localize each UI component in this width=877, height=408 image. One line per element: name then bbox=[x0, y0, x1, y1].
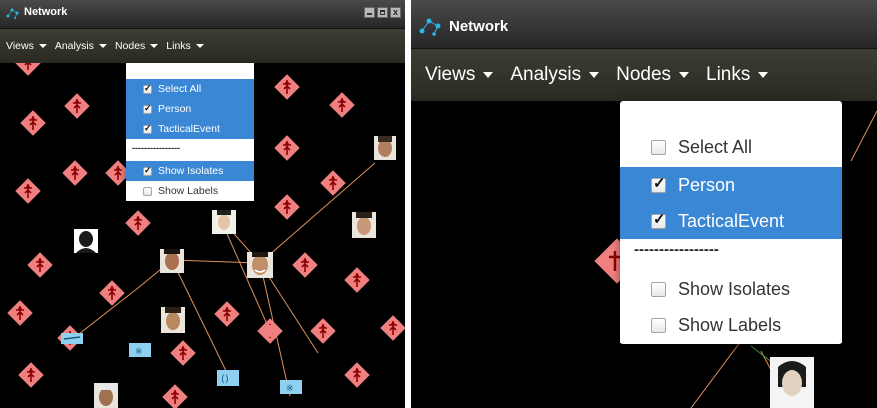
caret-down-icon bbox=[98, 44, 107, 48]
checkbox-icon[interactable] bbox=[651, 174, 666, 193]
maximize-icon[interactable] bbox=[377, 7, 388, 18]
network-window-right: Network Views Analysis Nodes Links Selec… bbox=[411, 0, 877, 408]
option-label: Show Isolates bbox=[158, 165, 224, 177]
option-label: Select All bbox=[678, 136, 753, 157]
option-label: Show Isolates bbox=[678, 278, 791, 299]
option-label: Person bbox=[158, 103, 192, 115]
menu-analysis[interactable]: Analysis bbox=[55, 40, 107, 52]
checkbox-icon[interactable] bbox=[143, 165, 152, 176]
caret-down-icon bbox=[150, 44, 159, 48]
option-label: TacticalEvent bbox=[158, 123, 220, 135]
option-label: TacticalEvent bbox=[678, 210, 785, 231]
svg-text:(): () bbox=[221, 374, 229, 385]
menu-label: Views bbox=[6, 40, 34, 52]
checkbox-icon[interactable] bbox=[651, 317, 666, 333]
network-icon bbox=[419, 16, 443, 41]
person-photo[interactable] bbox=[374, 136, 396, 160]
menu-analysis[interactable]: Analysis bbox=[510, 64, 600, 86]
menu-nodes[interactable]: Nodes bbox=[114, 40, 159, 52]
menu-links[interactable]: Links bbox=[166, 40, 204, 52]
person-photo[interactable] bbox=[94, 383, 118, 408]
network-icon bbox=[6, 6, 20, 24]
menu-divider: ---------------- bbox=[132, 143, 180, 153]
menu-label: Links bbox=[706, 64, 751, 85]
checkbox-icon[interactable] bbox=[651, 210, 666, 229]
menu-links[interactable]: Links bbox=[706, 64, 769, 86]
person-photo[interactable] bbox=[160, 249, 184, 273]
option-label: Person bbox=[678, 174, 736, 195]
option-select-all[interactable]: Select All bbox=[126, 79, 254, 99]
menu-views[interactable]: Views bbox=[6, 40, 47, 52]
nodes-dropdown-menu: Select All Person TacticalEvent --------… bbox=[620, 101, 842, 344]
window-title: Network bbox=[449, 18, 509, 35]
close-icon[interactable]: x bbox=[390, 7, 401, 18]
person-photo[interactable] bbox=[770, 357, 814, 408]
menu-label: Analysis bbox=[54, 40, 94, 52]
title-bar[interactable]: Network x bbox=[0, 0, 405, 29]
checkbox-icon[interactable] bbox=[651, 139, 666, 155]
menu-label: Links bbox=[166, 40, 191, 52]
menu-bar: Views Analysis Nodes Links bbox=[0, 29, 405, 63]
network-window-left: Network x Views Analysis Nodes Links ※ (… bbox=[0, 0, 405, 408]
checkbox-icon[interactable] bbox=[651, 281, 666, 297]
menu-label: Nodes bbox=[114, 40, 146, 52]
menu-label: Views bbox=[425, 64, 476, 85]
menu-divider: ----------------- bbox=[634, 241, 719, 258]
option-label: Show Labels bbox=[678, 314, 782, 335]
option-person[interactable]: Person bbox=[126, 99, 254, 119]
menu-label: Nodes bbox=[616, 64, 672, 85]
nodes-dropdown-menu: Select All Person TacticalEvent --------… bbox=[126, 63, 254, 201]
checkbox-icon[interactable] bbox=[143, 103, 152, 114]
option-label: Select All bbox=[158, 83, 202, 95]
option-label: Show Labels bbox=[158, 185, 219, 197]
menu-label: Analysis bbox=[510, 64, 582, 85]
svg-text:※: ※ bbox=[286, 384, 294, 394]
caret-down-icon bbox=[195, 44, 204, 48]
option-show-labels[interactable]: Show Labels bbox=[620, 307, 842, 343]
option-show-isolates[interactable]: Show Isolates bbox=[620, 271, 842, 307]
checkbox-icon[interactable] bbox=[143, 186, 152, 196]
person-photo[interactable] bbox=[74, 229, 98, 253]
person-photo[interactable] bbox=[161, 307, 185, 333]
option-person[interactable]: Person bbox=[620, 167, 842, 203]
option-tactical-event[interactable]: TacticalEvent bbox=[126, 119, 254, 139]
caret-down-icon bbox=[679, 72, 690, 78]
person-photo[interactable] bbox=[352, 212, 376, 238]
caret-down-icon bbox=[758, 72, 769, 78]
menu-nodes[interactable]: Nodes bbox=[616, 64, 690, 86]
person-photo[interactable] bbox=[247, 252, 273, 278]
option-select-all[interactable]: Select All bbox=[620, 129, 842, 165]
option-show-labels[interactable]: Show Labels bbox=[126, 181, 254, 201]
minimize-icon[interactable] bbox=[364, 7, 375, 18]
option-show-isolates[interactable]: Show Isolates bbox=[126, 161, 254, 181]
window-title: Network bbox=[24, 6, 68, 18]
caret-down-icon bbox=[483, 72, 494, 78]
caret-down-icon bbox=[38, 44, 47, 48]
checkbox-icon[interactable] bbox=[143, 123, 152, 134]
person-photo[interactable] bbox=[212, 210, 236, 234]
title-bar[interactable]: Network bbox=[411, 0, 877, 49]
menu-bar: Views Analysis Nodes Links bbox=[411, 49, 877, 101]
option-tactical-event[interactable]: TacticalEvent bbox=[620, 203, 842, 239]
checkbox-icon[interactable] bbox=[143, 83, 152, 94]
menu-views[interactable]: Views bbox=[425, 64, 494, 86]
caret-down-icon bbox=[589, 72, 600, 78]
svg-text:※: ※ bbox=[135, 347, 143, 357]
